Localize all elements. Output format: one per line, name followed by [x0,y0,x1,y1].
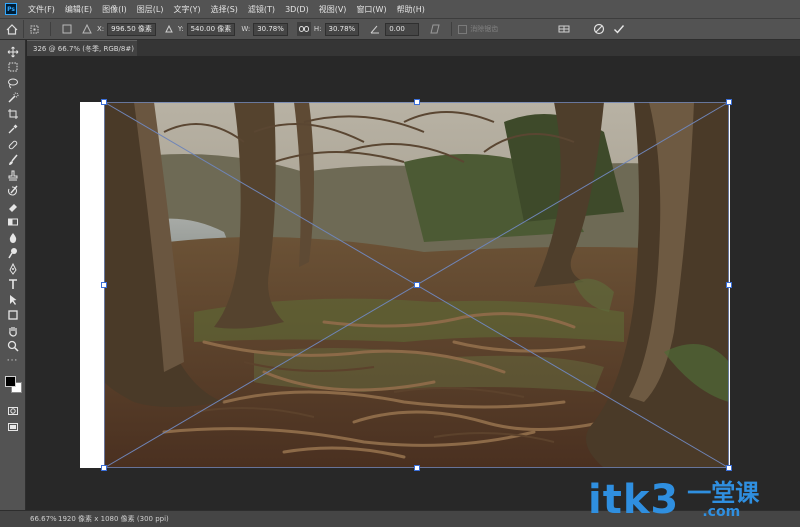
puppet-warp-icon[interactable] [557,22,571,36]
watermark-chinese: 一堂课 [687,479,760,507]
height-label: H: [313,25,322,33]
marquee-tool-icon[interactable] [4,60,22,76]
zoom-tool-icon[interactable] [4,339,22,355]
move-tool-icon[interactable] [4,44,22,60]
site-watermark-logo: itk3 一堂课 .com [588,476,793,524]
menu-file[interactable]: 文件(F) [23,4,60,15]
skew-icon [428,22,442,36]
transform-handle-top-left[interactable] [101,99,107,105]
link-proportions-icon[interactable] [296,22,311,36]
width-field[interactable]: 30.78% [253,22,288,36]
reference-point-icon[interactable] [60,22,74,36]
screen-mode-icon[interactable] [4,419,22,435]
shape-tool-icon[interactable] [4,308,22,324]
commit-transform-icon[interactable] [612,22,626,36]
transform-handle-bottom-right[interactable] [726,465,732,471]
menu-filter[interactable]: 滤镜(T) [243,4,280,15]
options-divider [451,22,453,36]
watermark-text: itk3 [588,477,680,523]
anti-alias-checkbox[interactable] [458,24,468,34]
tools-panel: ··· [0,40,26,510]
options-divider [50,22,51,36]
transform-reference-icon[interactable] [27,22,41,36]
eyedropper-tool-icon[interactable] [4,122,22,138]
ps-logo-icon: Ps [5,3,17,15]
foreground-color-swatch[interactable] [4,375,16,387]
history-brush-tool-icon[interactable] [4,184,22,200]
rotate-angle-field[interactable]: 0.00 [385,22,420,36]
document-tab[interactable]: 326 @ 66.7% (冬季, RGB/8#) [27,40,137,56]
y-label: Y: [177,25,184,33]
menu-layer[interactable]: 图层(L) [132,4,169,15]
menu-select[interactable]: 选择(S) [206,4,243,15]
rotate-angle-icon [368,22,382,36]
pen-tool-icon[interactable] [4,261,22,277]
quick-mask-icon[interactable] [4,404,22,420]
transform-handle-middle-left[interactable] [101,282,107,288]
stamp-tool-icon[interactable] [4,168,22,184]
x-label: X: [97,25,105,33]
menu-window[interactable]: 窗口(W) [351,4,391,15]
path-select-tool-icon[interactable] [4,292,22,308]
transform-handle-bottom-center[interactable] [414,465,420,471]
anti-alias-label: 消除锯齿 [470,25,499,33]
cancel-transform-icon[interactable] [592,22,606,36]
healing-tool-icon[interactable] [4,137,22,153]
zoom-level[interactable]: 66.67% [0,515,57,523]
height-field[interactable]: 30.78% [324,22,360,36]
menu-edit[interactable]: 编辑(E) [60,4,97,15]
menu-3d[interactable]: 3D(D) [280,5,314,14]
more-tools-icon[interactable]: ··· [4,354,22,370]
transform-handle-top-center[interactable] [414,99,420,105]
transform-handle-top-right[interactable] [726,99,732,105]
eraser-tool-icon[interactable] [4,199,22,215]
menu-bar: Ps 文件(F) 编辑(E) 图像(I) 图层(L) 文字(Y) 选择(S) 滤… [0,0,800,18]
options-bar: X: 996.50 像素 Y: 540.00 像素 W: 30.78% H: 3… [0,18,800,40]
lasso-tool-icon[interactable] [4,75,22,91]
menu-image[interactable]: 图像(I) [97,4,132,15]
dodge-tool-icon[interactable] [4,246,22,262]
color-swatches[interactable] [3,374,23,396]
menu-help[interactable]: 帮助(H) [392,4,430,15]
x-position-field[interactable]: 996.50 像素 [107,22,156,36]
quick-select-tool-icon[interactable] [4,91,22,107]
y-position-field[interactable]: 540.00 像素 [186,22,236,36]
delta-icon [162,22,176,36]
relative-position-icon[interactable] [80,22,94,36]
transform-handle-center[interactable] [414,282,420,288]
brush-tool-icon[interactable] [4,153,22,169]
menu-type[interactable]: 文字(Y) [168,4,205,15]
home-icon [6,23,17,35]
gradient-tool-icon[interactable] [4,215,22,231]
document-tab-strip [27,40,800,56]
width-label: W: [241,25,251,33]
document-size-info[interactable]: 1920 像素 x 1080 像素 (300 ppi) [58,514,169,524]
hand-tool-icon[interactable] [4,323,22,339]
transform-handle-bottom-left[interactable] [101,465,107,471]
transform-handle-middle-right[interactable] [726,282,732,288]
crop-tool-icon[interactable] [4,106,22,122]
blur-tool-icon[interactable] [4,230,22,246]
watermark-domain: .com [702,504,741,520]
photoshop-window: Ps 文件(F) 编辑(E) 图像(I) 图层(L) 文字(Y) 选择(S) 滤… [0,0,800,527]
type-tool-icon[interactable] [4,277,22,293]
home-button[interactable] [0,20,24,38]
menu-view[interactable]: 视图(V) [314,4,352,15]
